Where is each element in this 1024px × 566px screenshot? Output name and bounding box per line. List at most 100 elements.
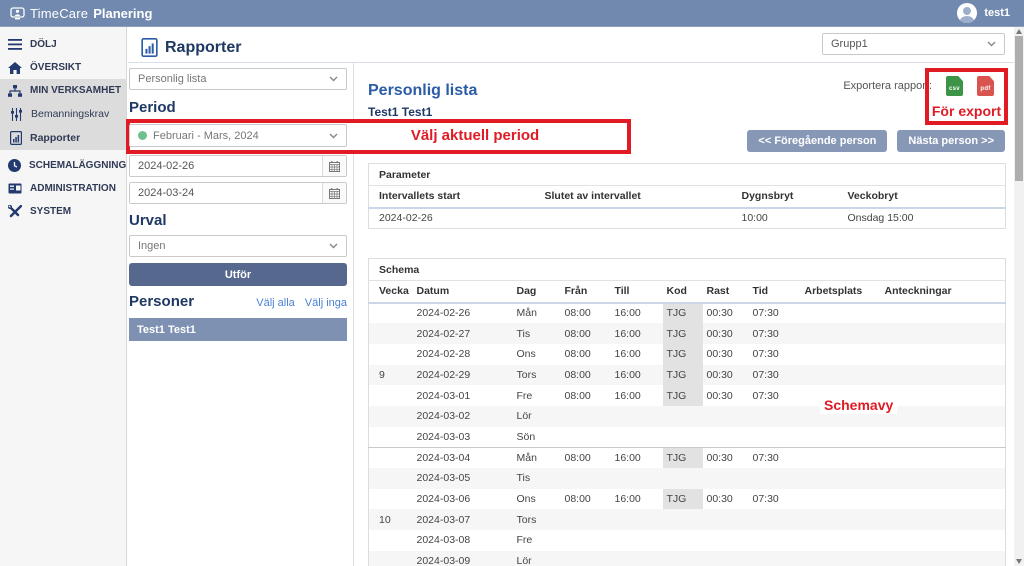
report-type-select[interactable]: Personlig lista bbox=[129, 68, 347, 90]
annotation-schema-text: Schemavy bbox=[820, 396, 897, 414]
execute-button[interactable]: Utför bbox=[129, 263, 347, 286]
schema-row: 2024-03-09Lör bbox=[369, 551, 1006, 566]
persons-heading: Personer bbox=[129, 293, 194, 310]
sidebar-item-system[interactable]: SYSTEM bbox=[0, 200, 126, 223]
brand-name-bold: Planering bbox=[93, 6, 152, 21]
scroll-down-arrow-icon[interactable] bbox=[1016, 559, 1022, 564]
schema-table: Schema Vecka Datum Dag Från Till Kod Ras… bbox=[368, 258, 1006, 566]
column-header: Dag bbox=[513, 281, 561, 303]
schema-row: 2024-03-05Tis bbox=[369, 468, 1006, 489]
sidebar-item-label: ADMINISTRATION bbox=[30, 183, 116, 194]
sidebar-item-label: SCHEMALÄGGNING bbox=[29, 160, 126, 171]
period-select-value: Februari - Mars, 2024 bbox=[153, 130, 323, 142]
schema-row: 2024-03-01Fre08:0016:00TJG00:3007:30 bbox=[369, 385, 1006, 406]
chevron-down-icon bbox=[329, 243, 338, 249]
calendar-icon[interactable] bbox=[322, 183, 346, 203]
report-icon bbox=[10, 131, 22, 145]
report-type-value: Personlig lista bbox=[138, 73, 323, 85]
export-row: Exportera rapport: csv pdf bbox=[843, 76, 994, 96]
scrollbar-thumb[interactable] bbox=[1015, 36, 1023, 181]
sidebar-item-min-verksamhet[interactable]: MIN VERKSAMHET bbox=[0, 79, 126, 102]
date-from-field bbox=[129, 155, 347, 177]
sidebar-item-dolj[interactable]: DÖLJ bbox=[0, 33, 126, 56]
column-header: Vecka bbox=[369, 281, 413, 303]
table-row: 2024-02-26 10:00 Onsdag 15:00 bbox=[369, 208, 1006, 229]
urval-select[interactable]: Ingen bbox=[129, 235, 347, 257]
vertical-scrollbar bbox=[1014, 27, 1024, 566]
sitemap-icon bbox=[8, 85, 22, 97]
report-title: Personlig lista bbox=[368, 82, 477, 100]
user-name: test1 bbox=[984, 7, 1010, 19]
sidebar-item-label: DÖLJ bbox=[30, 39, 57, 50]
schema-row: 2024-03-03Sön bbox=[369, 427, 1006, 448]
schema-table-title: Schema bbox=[369, 259, 1006, 281]
group-select[interactable]: Grupp1 bbox=[822, 33, 1005, 55]
annotation-export-text: För export bbox=[929, 103, 1004, 119]
schema-row: 2024-03-04Mån08:0016:00TJG00:3007:30 bbox=[369, 447, 1006, 468]
user-menu[interactable]: test1 bbox=[957, 3, 1010, 23]
date-to-input[interactable] bbox=[130, 183, 322, 203]
sidebar-item-oversikt[interactable]: ÖVERSIKT bbox=[0, 56, 126, 79]
brand-name-light: TimeCare bbox=[30, 6, 88, 21]
annotation-period-text: Välj aktuell period bbox=[365, 127, 585, 144]
sidebar-item-label: MIN VERKSAMHET bbox=[30, 85, 121, 96]
column-header: Från bbox=[561, 281, 611, 303]
column-header: Slutet av intervallet bbox=[541, 186, 738, 208]
topbar: TimeCare Planering test1 bbox=[0, 0, 1024, 27]
sidebar-item-bemanningskrav[interactable]: Bemanningskrav bbox=[0, 102, 126, 126]
menu-icon bbox=[8, 39, 22, 50]
schema-row: 2024-03-08Fre bbox=[369, 530, 1006, 551]
group-select-value: Grupp1 bbox=[831, 38, 981, 50]
urval-select-value: Ingen bbox=[138, 240, 323, 252]
select-all-link[interactable]: Välj alla bbox=[256, 297, 295, 309]
select-none-link[interactable]: Välj inga bbox=[305, 297, 347, 309]
person-list-item[interactable]: Test1 Test1 bbox=[129, 318, 347, 341]
scroll-up-arrow-icon[interactable] bbox=[1016, 29, 1022, 34]
column-header: Anteckningar bbox=[881, 281, 1006, 303]
column-header: Arbetsplats bbox=[801, 281, 881, 303]
sidebar-item-schemalaggning[interactable]: SCHEMALÄGGNING bbox=[0, 154, 126, 177]
person-nav-buttons: << Föregående person Nästa person >> bbox=[747, 130, 1005, 152]
persons-header: Personer Välj alla Välj inga bbox=[129, 293, 347, 310]
sidebar-item-label: SYSTEM bbox=[30, 206, 71, 217]
sidebar-item-label: ÖVERSIKT bbox=[30, 62, 81, 73]
report-icon bbox=[141, 38, 158, 57]
schema-row: 2024-03-06Ons08:0016:00TJG00:3007:30 bbox=[369, 489, 1006, 510]
calendar-icon[interactable] bbox=[322, 156, 346, 176]
schema-week-group: 2024-02-26Mån08:0016:00TJG00:3007:302024… bbox=[369, 303, 1006, 448]
schema-row: 2024-02-27Tis08:0016:00TJG00:3007:30 bbox=[369, 323, 1006, 344]
column-header: Veckobryt bbox=[844, 186, 1006, 208]
schema-week-group: 2024-03-04Mån08:0016:00TJG00:3007:302024… bbox=[369, 447, 1006, 566]
column-header: Tid bbox=[749, 281, 801, 303]
sidebar-item-rapporter[interactable]: Rapporter bbox=[0, 126, 126, 150]
chevron-down-icon bbox=[329, 133, 338, 139]
home-icon bbox=[8, 62, 22, 74]
parameter-table-title: Parameter bbox=[369, 164, 1006, 186]
column-header: Till bbox=[611, 281, 663, 303]
page-title-text: Rapporter bbox=[165, 39, 241, 57]
brand: TimeCare Planering bbox=[10, 6, 152, 21]
column-header: Intervallets start bbox=[369, 186, 541, 208]
sidebar: DÖLJ ÖVERSIKT MIN VERKSAMHET Bemanningsk… bbox=[0, 27, 127, 566]
export-csv-icon[interactable]: csv bbox=[946, 76, 963, 96]
export-label: Exportera rapport: bbox=[843, 80, 932, 92]
date-from-input[interactable] bbox=[130, 156, 322, 176]
parameter-table: Parameter Intervallets start Slutet av i… bbox=[368, 163, 1006, 229]
column-header: Dygnsbryt bbox=[738, 186, 844, 208]
export-pdf-icon[interactable]: pdf bbox=[977, 76, 994, 96]
next-person-button[interactable]: Nästa person >> bbox=[897, 130, 1005, 152]
brand-icon bbox=[10, 7, 25, 20]
column-header: Rast bbox=[703, 281, 749, 303]
filter-panel: Personlig lista Period Februari - Mars, … bbox=[129, 63, 347, 566]
sidebar-group-min-verksamhet: MIN VERKSAMHET Bemanningskrav Rapporter bbox=[0, 79, 126, 150]
urval-heading: Urval bbox=[129, 212, 347, 229]
period-select[interactable]: Februari - Mars, 2024 bbox=[129, 124, 347, 147]
sidebar-item-label: Rapporter bbox=[30, 132, 80, 144]
previous-person-button[interactable]: << Föregående person bbox=[747, 130, 887, 152]
sidebar-item-administration[interactable]: ADMINISTRATION bbox=[0, 177, 126, 200]
clock-icon bbox=[8, 159, 21, 172]
sidebar-item-label: Bemanningskrav bbox=[31, 108, 109, 120]
schema-row: 2024-03-02Lör bbox=[369, 406, 1006, 427]
date-to-field bbox=[129, 182, 347, 204]
chevron-down-icon bbox=[987, 41, 996, 47]
